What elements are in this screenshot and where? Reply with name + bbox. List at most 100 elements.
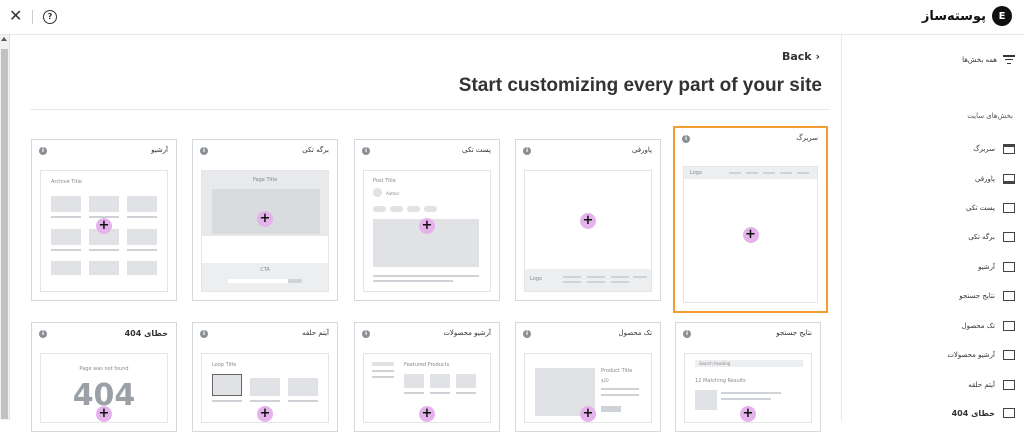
info-icon[interactable]: i: [362, 147, 370, 155]
brand: پوسته‌ساز E: [922, 6, 1012, 26]
help-icon[interactable]: ?: [43, 10, 57, 24]
card-404[interactable]: خطای 404 i Page was not found 404 +: [31, 322, 177, 432]
footer-icon: [1003, 174, 1015, 184]
archive-icon: [1003, 262, 1015, 272]
single-post-thumbnail: Post Title Author +: [363, 170, 491, 292]
header-icon: [1003, 144, 1015, 154]
card-head: برگه تکی i: [193, 140, 337, 162]
card-head: سربرگ i: [675, 128, 826, 150]
card-title: سربرگ: [796, 134, 818, 142]
card-head: نتایج جستجو i: [676, 323, 820, 345]
card-header[interactable]: سربرگ i Logo +: [673, 126, 828, 313]
author-text: Author: [386, 191, 400, 196]
add-icon[interactable]: +: [740, 405, 756, 422]
card-product-archive[interactable]: آرشیو محصولات i Featured Products +: [354, 322, 500, 432]
error-404-icon: [1003, 408, 1015, 418]
add-icon[interactable]: +: [580, 213, 596, 230]
sidebar-item-product-archive[interactable]: آرشیو محصولات: [947, 350, 1015, 360]
header-thumbnail: Logo +: [683, 166, 818, 303]
filter-label: همه بخش‌ها: [962, 55, 997, 64]
add-icon[interactable]: +: [419, 405, 435, 422]
featured-products-text: Featured Products: [404, 362, 450, 368]
sidebar-item-archive[interactable]: آرشیو: [978, 262, 1015, 272]
search-thumbnail: Search heading 12 Matching Results +: [684, 353, 812, 423]
filter-icon: [1003, 55, 1015, 64]
close-icon[interactable]: ✕: [9, 8, 23, 24]
logo-text: Logo: [530, 276, 542, 282]
info-icon[interactable]: i: [39, 330, 47, 338]
info-icon[interactable]: i: [200, 330, 208, 338]
back-link[interactable]: Back ›: [782, 50, 820, 63]
info-icon[interactable]: i: [523, 147, 531, 155]
sidebar-item-single-page[interactable]: برگه تکی: [968, 232, 1015, 242]
card-loop-item[interactable]: آیتم حلقه i Loop Title +: [192, 322, 338, 432]
sidebar-item-single-post[interactable]: پست تکی: [966, 203, 1015, 213]
toolbar-divider: [32, 10, 33, 24]
card-single-post[interactable]: پست تکی i Post Title Author +: [354, 139, 500, 301]
add-icon[interactable]: +: [96, 405, 112, 422]
card-title: پست تکی: [462, 146, 491, 154]
brand-label: پوسته‌ساز: [921, 8, 986, 24]
sidebar: همه بخش‌ها بخش‌های سایت سربرگ پاورقی پست…: [841, 35, 1024, 420]
info-icon[interactable]: i: [39, 147, 47, 155]
card-archive[interactable]: آرشیو i Archive Title +: [31, 139, 177, 301]
sidebar-item-label: نتایج جستجو: [959, 292, 995, 300]
price-text: $20: [601, 378, 609, 383]
add-icon[interactable]: +: [580, 405, 596, 422]
info-icon[interactable]: i: [682, 135, 690, 143]
sidebar-item-search-results[interactable]: نتایج جستجو: [959, 291, 1015, 301]
scroll-up-arrow-icon[interactable]: [1, 37, 7, 41]
page-title: Start customizing every part of your sit…: [458, 75, 822, 96]
sidebar-item-loop-item[interactable]: آیتم حلقه: [968, 380, 1015, 390]
scrollbar[interactable]: [0, 35, 10, 420]
card-footer[interactable]: پاورقی i Logo +: [515, 139, 661, 301]
info-icon[interactable]: i: [683, 330, 691, 338]
card-head: آیتم حلقه i: [193, 323, 337, 345]
info-icon[interactable]: i: [523, 330, 531, 338]
page-title-text: Page Title: [252, 177, 278, 183]
sidebar-item-label: پست تکی: [966, 204, 995, 212]
sidebar-item-label: سربرگ: [973, 145, 995, 153]
card-title: تک محصول: [618, 329, 652, 337]
search-heading-text: Search heading: [699, 361, 731, 366]
main-content: Back › Start customizing every part of y…: [10, 35, 840, 432]
add-icon[interactable]: +: [257, 211, 273, 227]
matching-results-text: 12 Matching Results: [695, 378, 746, 384]
sidebar-item-label: پاورقی: [974, 175, 995, 183]
loop-item-icon: [1003, 380, 1015, 390]
top-bar: ✕ ? پوسته‌ساز E: [0, 0, 1024, 35]
sidebar-item-label: آیتم حلقه: [968, 381, 995, 389]
sidebar-item-footer[interactable]: پاورقی: [975, 174, 1015, 184]
product-thumbnail: Product Title $20 +: [524, 353, 652, 423]
sidebar-item-header[interactable]: سربرگ: [973, 144, 1015, 154]
card-title: خطای 404: [124, 329, 168, 338]
card-head: خطای 404 i: [32, 323, 176, 345]
add-icon[interactable]: +: [742, 226, 759, 243]
sidebar-item-label: برگه تکی: [968, 233, 995, 241]
add-icon[interactable]: +: [257, 405, 273, 422]
scroll-thumb[interactable]: [1, 49, 8, 419]
sidebar-item-single-product[interactable]: تک محصول: [962, 321, 1015, 331]
info-icon[interactable]: i: [362, 330, 370, 338]
card-head: پست تکی i: [355, 140, 499, 162]
sidebar-item-label: آرشیو: [978, 263, 995, 271]
card-head: آرشیو i: [32, 140, 176, 162]
card-head: پاورقی i: [516, 140, 660, 162]
card-search-results[interactable]: نتایج جستجو i Search heading 12 Matching…: [675, 322, 821, 432]
card-single-product[interactable]: تک محصول i Product Title $20 +: [515, 322, 661, 432]
info-icon[interactable]: i: [200, 147, 208, 155]
search-results-icon: [1003, 291, 1015, 301]
sidebar-item-label: آرشیو محصولات: [947, 351, 995, 359]
elementor-logo-icon: E: [992, 6, 1012, 26]
loop-item-thumbnail: Loop Title +: [201, 353, 329, 423]
card-single-page[interactable]: برگه تکی i Page Title CTA +: [192, 139, 338, 301]
sidebar-item-label: تک محصول: [961, 322, 995, 330]
sidebar-item-404[interactable]: خطای 404: [952, 408, 1015, 418]
card-title: پاورقی: [631, 146, 652, 154]
single-page-thumbnail: Page Title CTA +: [201, 170, 329, 292]
cta-text: CTA: [260, 267, 270, 273]
divider: [30, 109, 830, 110]
logo-text: Logo: [690, 170, 702, 176]
card-head: آرشیو محصولات i: [355, 323, 499, 345]
all-sections-filter[interactable]: همه بخش‌ها: [962, 55, 1015, 64]
